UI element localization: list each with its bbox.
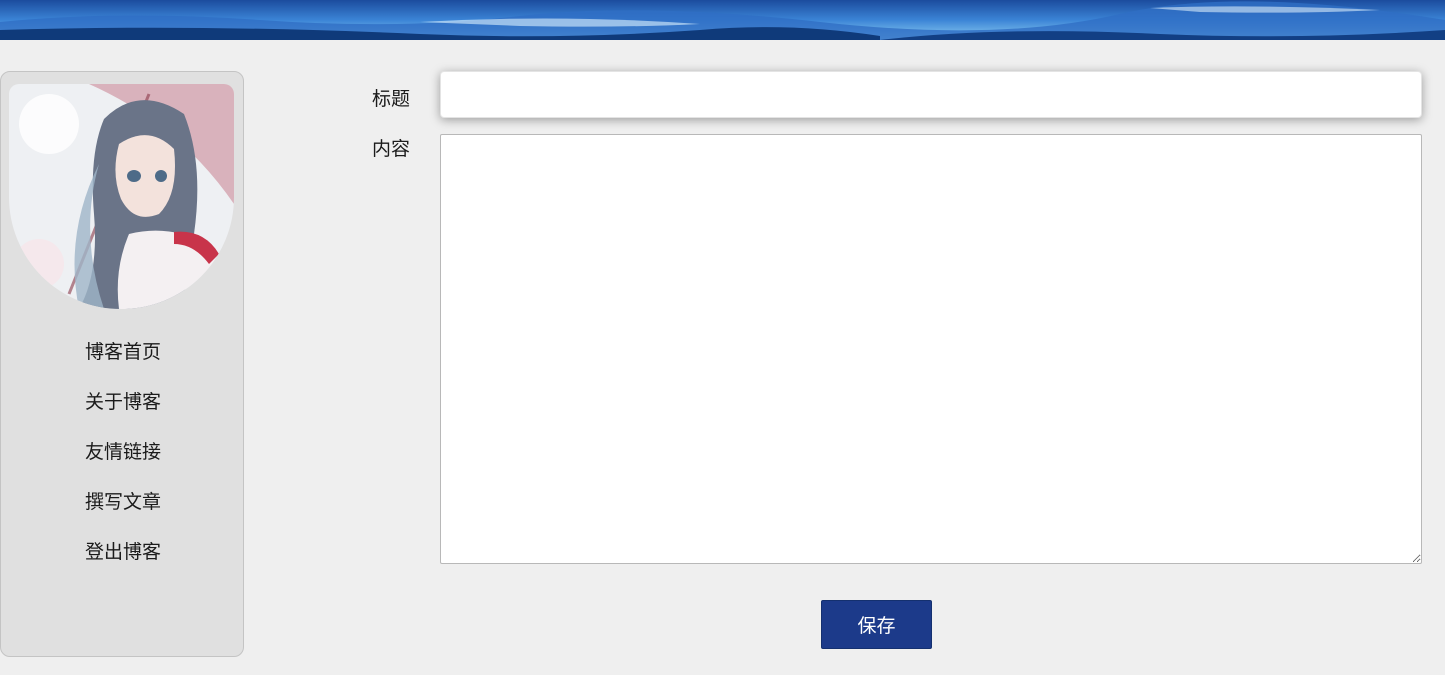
header-banner	[0, 0, 1445, 40]
sidebar-item-about-blog[interactable]: 关于博客	[1, 385, 245, 435]
sidebar: 博客首页 关于博客 友情链接 撰写文章 登出博客	[0, 71, 244, 657]
content-label: 内容	[371, 138, 410, 160]
sidebar-item-blog-home[interactable]: 博客首页	[1, 335, 245, 385]
avatar	[9, 84, 234, 309]
title-label: 标题	[371, 88, 410, 110]
avatar-illustration	[9, 84, 234, 309]
sidebar-item-friend-links[interactable]: 友情链接	[1, 435, 245, 485]
mountain-landscape-image	[0, 0, 1445, 40]
title-input[interactable]	[440, 71, 1422, 118]
save-button[interactable]: 保存	[821, 600, 932, 649]
sidebar-item-logout[interactable]: 登出博客	[1, 535, 245, 585]
sidebar-nav: 博客首页 关于博客 友情链接 撰写文章 登出博客	[1, 335, 245, 585]
sidebar-item-write-article[interactable]: 撰写文章	[1, 485, 245, 535]
content-textarea[interactable]	[440, 134, 1422, 564]
